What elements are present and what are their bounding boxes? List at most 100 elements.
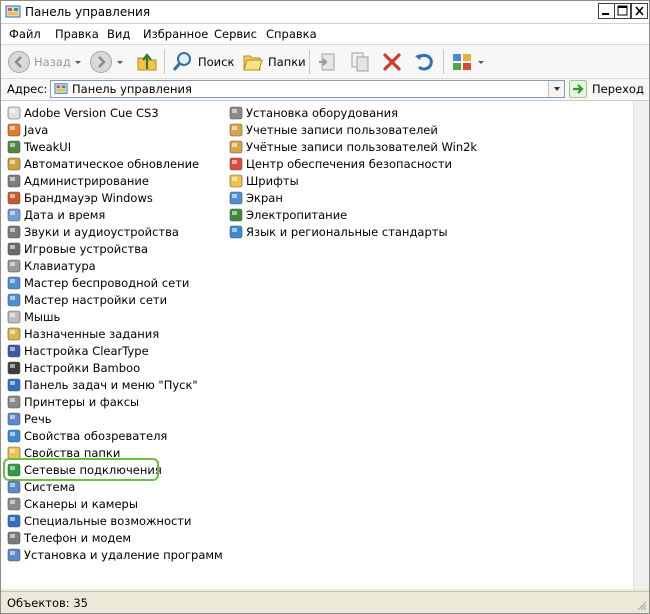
control-panel-item[interactable]: Панель задач и меню "Пуск" bbox=[6, 376, 223, 393]
control-panel-item-label: Брандмауэр Windows bbox=[24, 190, 153, 205]
delete-button[interactable] bbox=[380, 49, 404, 75]
firewall-icon bbox=[7, 191, 21, 204]
views-icon bbox=[453, 54, 471, 70]
control-panel-item[interactable]: Назначенные задания bbox=[6, 325, 223, 342]
control-panel-item[interactable]: Учётные записи пользователей Win2k bbox=[228, 138, 477, 155]
address-bar: Адрес: Панель управления Переход bbox=[1, 79, 649, 101]
control-panel-item[interactable]: Java bbox=[6, 121, 223, 138]
control-panel-item[interactable]: Установка и удаление программ bbox=[6, 546, 223, 563]
control-panel-item-label: Настройки Bamboo bbox=[24, 360, 141, 375]
close-button[interactable] bbox=[631, 3, 648, 19]
control-panel-item[interactable]: Учетные записи пользователей bbox=[228, 121, 477, 138]
menu-favorites[interactable]: Избранное bbox=[143, 27, 208, 41]
views-dropdown-icon[interactable] bbox=[478, 60, 484, 64]
title-bar[interactable]: Панель управления bbox=[1, 1, 649, 24]
move-to-button[interactable] bbox=[316, 49, 340, 75]
items-column-left: Adobe Version Cue CS3 Java TweakUI Автомати… bbox=[3, 104, 223, 563]
control-panel-item[interactable]: Электропитание bbox=[228, 206, 477, 223]
phone-modem-icon bbox=[7, 531, 21, 544]
bamboo-icon bbox=[7, 361, 21, 374]
control-panel-item[interactable]: Экран bbox=[228, 189, 477, 206]
control-panel-item[interactable]: Принтеры и факсы bbox=[6, 393, 223, 410]
chevron-down-icon bbox=[553, 87, 560, 91]
power-icon bbox=[229, 208, 243, 221]
control-panel-item[interactable]: Настройки Bamboo bbox=[6, 359, 223, 376]
control-panel-item[interactable]: Свойства обозревателя bbox=[6, 427, 223, 444]
up-button[interactable] bbox=[135, 49, 159, 75]
folder-up-icon bbox=[137, 53, 157, 71]
control-panel-item-label: Учётные записи пользователей Win2k bbox=[246, 139, 478, 154]
control-panel-item-label: Экран bbox=[246, 190, 283, 205]
control-panel-item-label: Adobe Version Cue CS3 bbox=[24, 105, 159, 120]
menu-file[interactable]: Файл bbox=[9, 27, 41, 41]
go-label: Переход bbox=[592, 82, 644, 96]
control-panel-item[interactable]: Телефон и модем bbox=[6, 529, 223, 546]
control-panel-item[interactable]: Сканеры и камеры bbox=[6, 495, 223, 512]
vertical-scrollbar[interactable] bbox=[633, 101, 649, 589]
undo-button[interactable] bbox=[412, 49, 436, 75]
search-button[interactable]: Поиск bbox=[171, 49, 234, 75]
control-panel-item[interactable]: Звуки и аудиоустройства bbox=[6, 223, 223, 240]
control-panel-item[interactable]: Мастер настройки сети bbox=[6, 291, 223, 308]
menu-view[interactable]: Вид bbox=[107, 27, 130, 41]
control-panel-item[interactable]: Язык и региональные стандарты bbox=[228, 223, 477, 240]
maximize-button[interactable] bbox=[614, 3, 631, 19]
control-panel-item-label: Клавиатура bbox=[24, 258, 96, 273]
views-button[interactable] bbox=[450, 49, 484, 75]
gamepad-icon bbox=[7, 242, 21, 255]
control-panel-item[interactable]: Дата и время bbox=[6, 206, 223, 223]
control-panel-item[interactable]: Центр обеспечения безопасности bbox=[228, 155, 477, 172]
go-button[interactable]: Переход bbox=[569, 80, 644, 98]
control-panel-item[interactable]: Автоматическое обновление bbox=[6, 155, 223, 172]
forward-dropdown-icon[interactable] bbox=[117, 60, 123, 64]
control-panel-item[interactable]: TweakUI bbox=[6, 138, 223, 155]
resize-grip-icon[interactable] bbox=[637, 601, 647, 611]
status-bar: Объектов: 35 bbox=[1, 591, 649, 613]
forward-arrow-icon bbox=[90, 51, 112, 73]
control-panel-item[interactable]: Специальные возможности bbox=[6, 512, 223, 529]
address-label: Адрес: bbox=[7, 82, 48, 96]
back-dropdown-icon[interactable] bbox=[74, 60, 81, 64]
control-panel-item[interactable]: Шрифты bbox=[228, 172, 477, 189]
copy-to-button[interactable] bbox=[348, 49, 372, 75]
control-panel-item[interactable]: Мышь bbox=[6, 308, 223, 325]
tweakui-icon bbox=[7, 140, 21, 153]
address-value: Панель управления bbox=[72, 82, 192, 96]
window-title: Панель управления bbox=[25, 5, 151, 19]
control-panel-item-label: Игровые устройства bbox=[24, 241, 149, 256]
control-panel-item[interactable]: Adobe Version Cue CS3 bbox=[6, 104, 223, 121]
status-object-count: Объектов: 35 bbox=[7, 596, 88, 610]
control-panel-item[interactable]: Клавиатура bbox=[6, 257, 223, 274]
control-panel-item-label: Настройка ClearType bbox=[24, 343, 149, 358]
address-input[interactable]: Панель управления bbox=[50, 80, 565, 98]
control-panel-item[interactable]: Брандмауэр Windows bbox=[6, 189, 223, 206]
control-panel-item-label: Администрирование bbox=[24, 173, 149, 188]
back-button[interactable]: Назад bbox=[7, 49, 81, 75]
control-panel-item[interactable]: Система bbox=[6, 478, 223, 495]
system-icon bbox=[7, 480, 21, 493]
menu-tools[interactable]: Сервис bbox=[214, 27, 257, 41]
control-panel-item[interactable]: Администрирование bbox=[6, 172, 223, 189]
users-win2k-icon bbox=[229, 140, 243, 153]
menu-help[interactable]: Справка bbox=[266, 27, 317, 41]
toolbar: Назад Поиск Папки bbox=[1, 45, 649, 79]
control-panel-item[interactable]: Установка оборудования bbox=[228, 104, 477, 121]
menu-edit[interactable]: Правка bbox=[55, 27, 99, 41]
control-panel-item[interactable]: Мастер беспроводной сети bbox=[6, 274, 223, 291]
control-panel-item-label: Шрифты bbox=[246, 173, 299, 188]
control-panel-item[interactable]: Свойства папки bbox=[6, 444, 223, 461]
forward-button[interactable] bbox=[89, 49, 123, 75]
control-panel-item[interactable]: Настройка ClearType bbox=[6, 342, 223, 359]
control-panel-item[interactable]: Игровые устройства bbox=[6, 240, 223, 257]
control-panel-item-label: TweakUI bbox=[24, 139, 72, 154]
control-panel-item[interactable]: Речь bbox=[6, 410, 223, 427]
control-panel-item-label: Установка и удаление программ bbox=[24, 547, 223, 562]
folders-icon bbox=[243, 55, 263, 71]
minimize-button[interactable] bbox=[598, 3, 615, 19]
control-panel-item[interactable]: Сетевые подключения bbox=[3, 458, 162, 481]
control-panel-item-label: Телефон и модем bbox=[24, 530, 132, 545]
go-arrow-icon bbox=[569, 80, 587, 98]
folders-button[interactable]: Папки bbox=[241, 49, 306, 75]
toolbar-separator bbox=[164, 50, 165, 74]
address-dropdown-button[interactable] bbox=[548, 81, 564, 97]
